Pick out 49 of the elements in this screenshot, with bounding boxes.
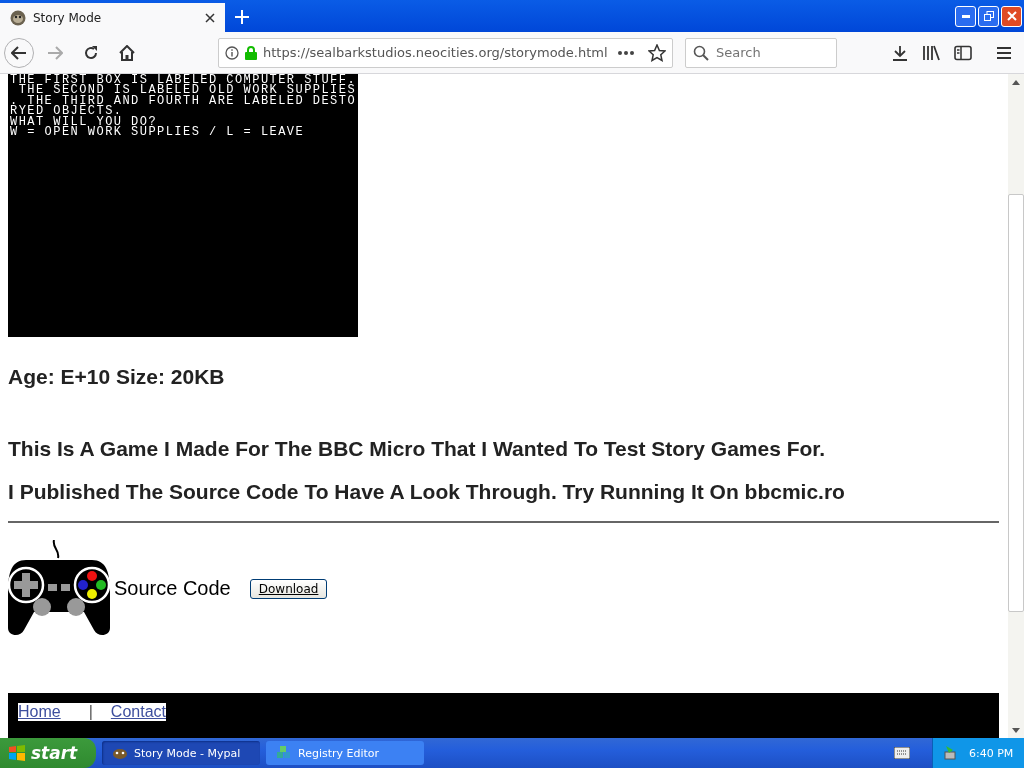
up-arrow-icon[interactable] bbox=[1012, 79, 1020, 85]
padlock-icon bbox=[245, 45, 257, 60]
gamepad-icon bbox=[8, 539, 110, 638]
paragraph: This Is A Game I Made For The BBC Micro That I Wanted To Test Story Games For. bbox=[8, 437, 827, 461]
paragraph: I Published The Source Code To Have A Look Through. Try Running It On bbcmic.ro bbox=[8, 480, 846, 504]
back-arrow-icon bbox=[11, 45, 27, 60]
info-text: Age: E+10 Size: 20KB bbox=[8, 365, 226, 389]
restore-button[interactable] bbox=[978, 5, 999, 27]
source-code-label: Source Code bbox=[114, 577, 231, 601]
close-icon bbox=[1006, 11, 1017, 21]
link-separator: | bbox=[88, 703, 93, 722]
footer-link[interactable]: Contact bbox=[110, 703, 166, 722]
clock: 6:40 PM bbox=[969, 746, 1014, 760]
registry-cubes-icon bbox=[276, 745, 292, 761]
menu-icon[interactable] bbox=[996, 45, 1012, 60]
sidebar-icon[interactable] bbox=[954, 44, 972, 61]
close-button[interactable] bbox=[1001, 5, 1022, 27]
start-button[interactable]: start bbox=[0, 738, 96, 768]
taskbar-button[interactable]: Registry Editor bbox=[266, 741, 424, 765]
screen-text: THE SECOND IS LABELED OLD WORK SUPPLIES bbox=[18, 85, 356, 96]
footer-link[interactable]: Home bbox=[18, 703, 61, 722]
reload-icon bbox=[84, 45, 98, 60]
down-arrow-icon[interactable] bbox=[1012, 727, 1020, 733]
more-icon[interactable] bbox=[618, 50, 634, 55]
seal-icon bbox=[10, 9, 26, 26]
search-icon bbox=[693, 44, 709, 61]
search-field[interactable]: Search bbox=[685, 37, 837, 68]
screen-text: RYED OBJECTS. bbox=[10, 106, 124, 117]
minimize-button[interactable] bbox=[955, 5, 976, 27]
network-icon[interactable] bbox=[943, 745, 959, 761]
minimize-icon bbox=[961, 14, 970, 18]
windows-flag-icon bbox=[8, 744, 26, 762]
scrollbar-thumb[interactable] bbox=[1008, 194, 1024, 612]
address-bar[interactable]: https://sealbarkstudios.neocities.org/storymode.html bbox=[218, 37, 673, 68]
info-icon bbox=[225, 45, 239, 60]
browser-tab[interactable]: Story Mode bbox=[0, 3, 225, 32]
taskbar-button[interactable]: Story Mode - Mypal bbox=[102, 741, 260, 765]
keyboard-icon[interactable] bbox=[894, 747, 910, 759]
download-button[interactable]: Download bbox=[249, 578, 328, 599]
download-icon[interactable] bbox=[892, 44, 908, 61]
home-icon bbox=[119, 44, 135, 61]
scrollbar[interactable] bbox=[1008, 74, 1024, 738]
restore-icon bbox=[983, 11, 994, 21]
library-icon[interactable] bbox=[922, 44, 940, 61]
forward-arrow-icon bbox=[47, 45, 63, 60]
screen-text: W = OPEN WORK SUPPLIES / L = LEAVE bbox=[10, 127, 306, 138]
plus-icon[interactable] bbox=[235, 10, 249, 24]
close-icon[interactable] bbox=[205, 12, 215, 23]
star-icon[interactable] bbox=[648, 43, 666, 62]
